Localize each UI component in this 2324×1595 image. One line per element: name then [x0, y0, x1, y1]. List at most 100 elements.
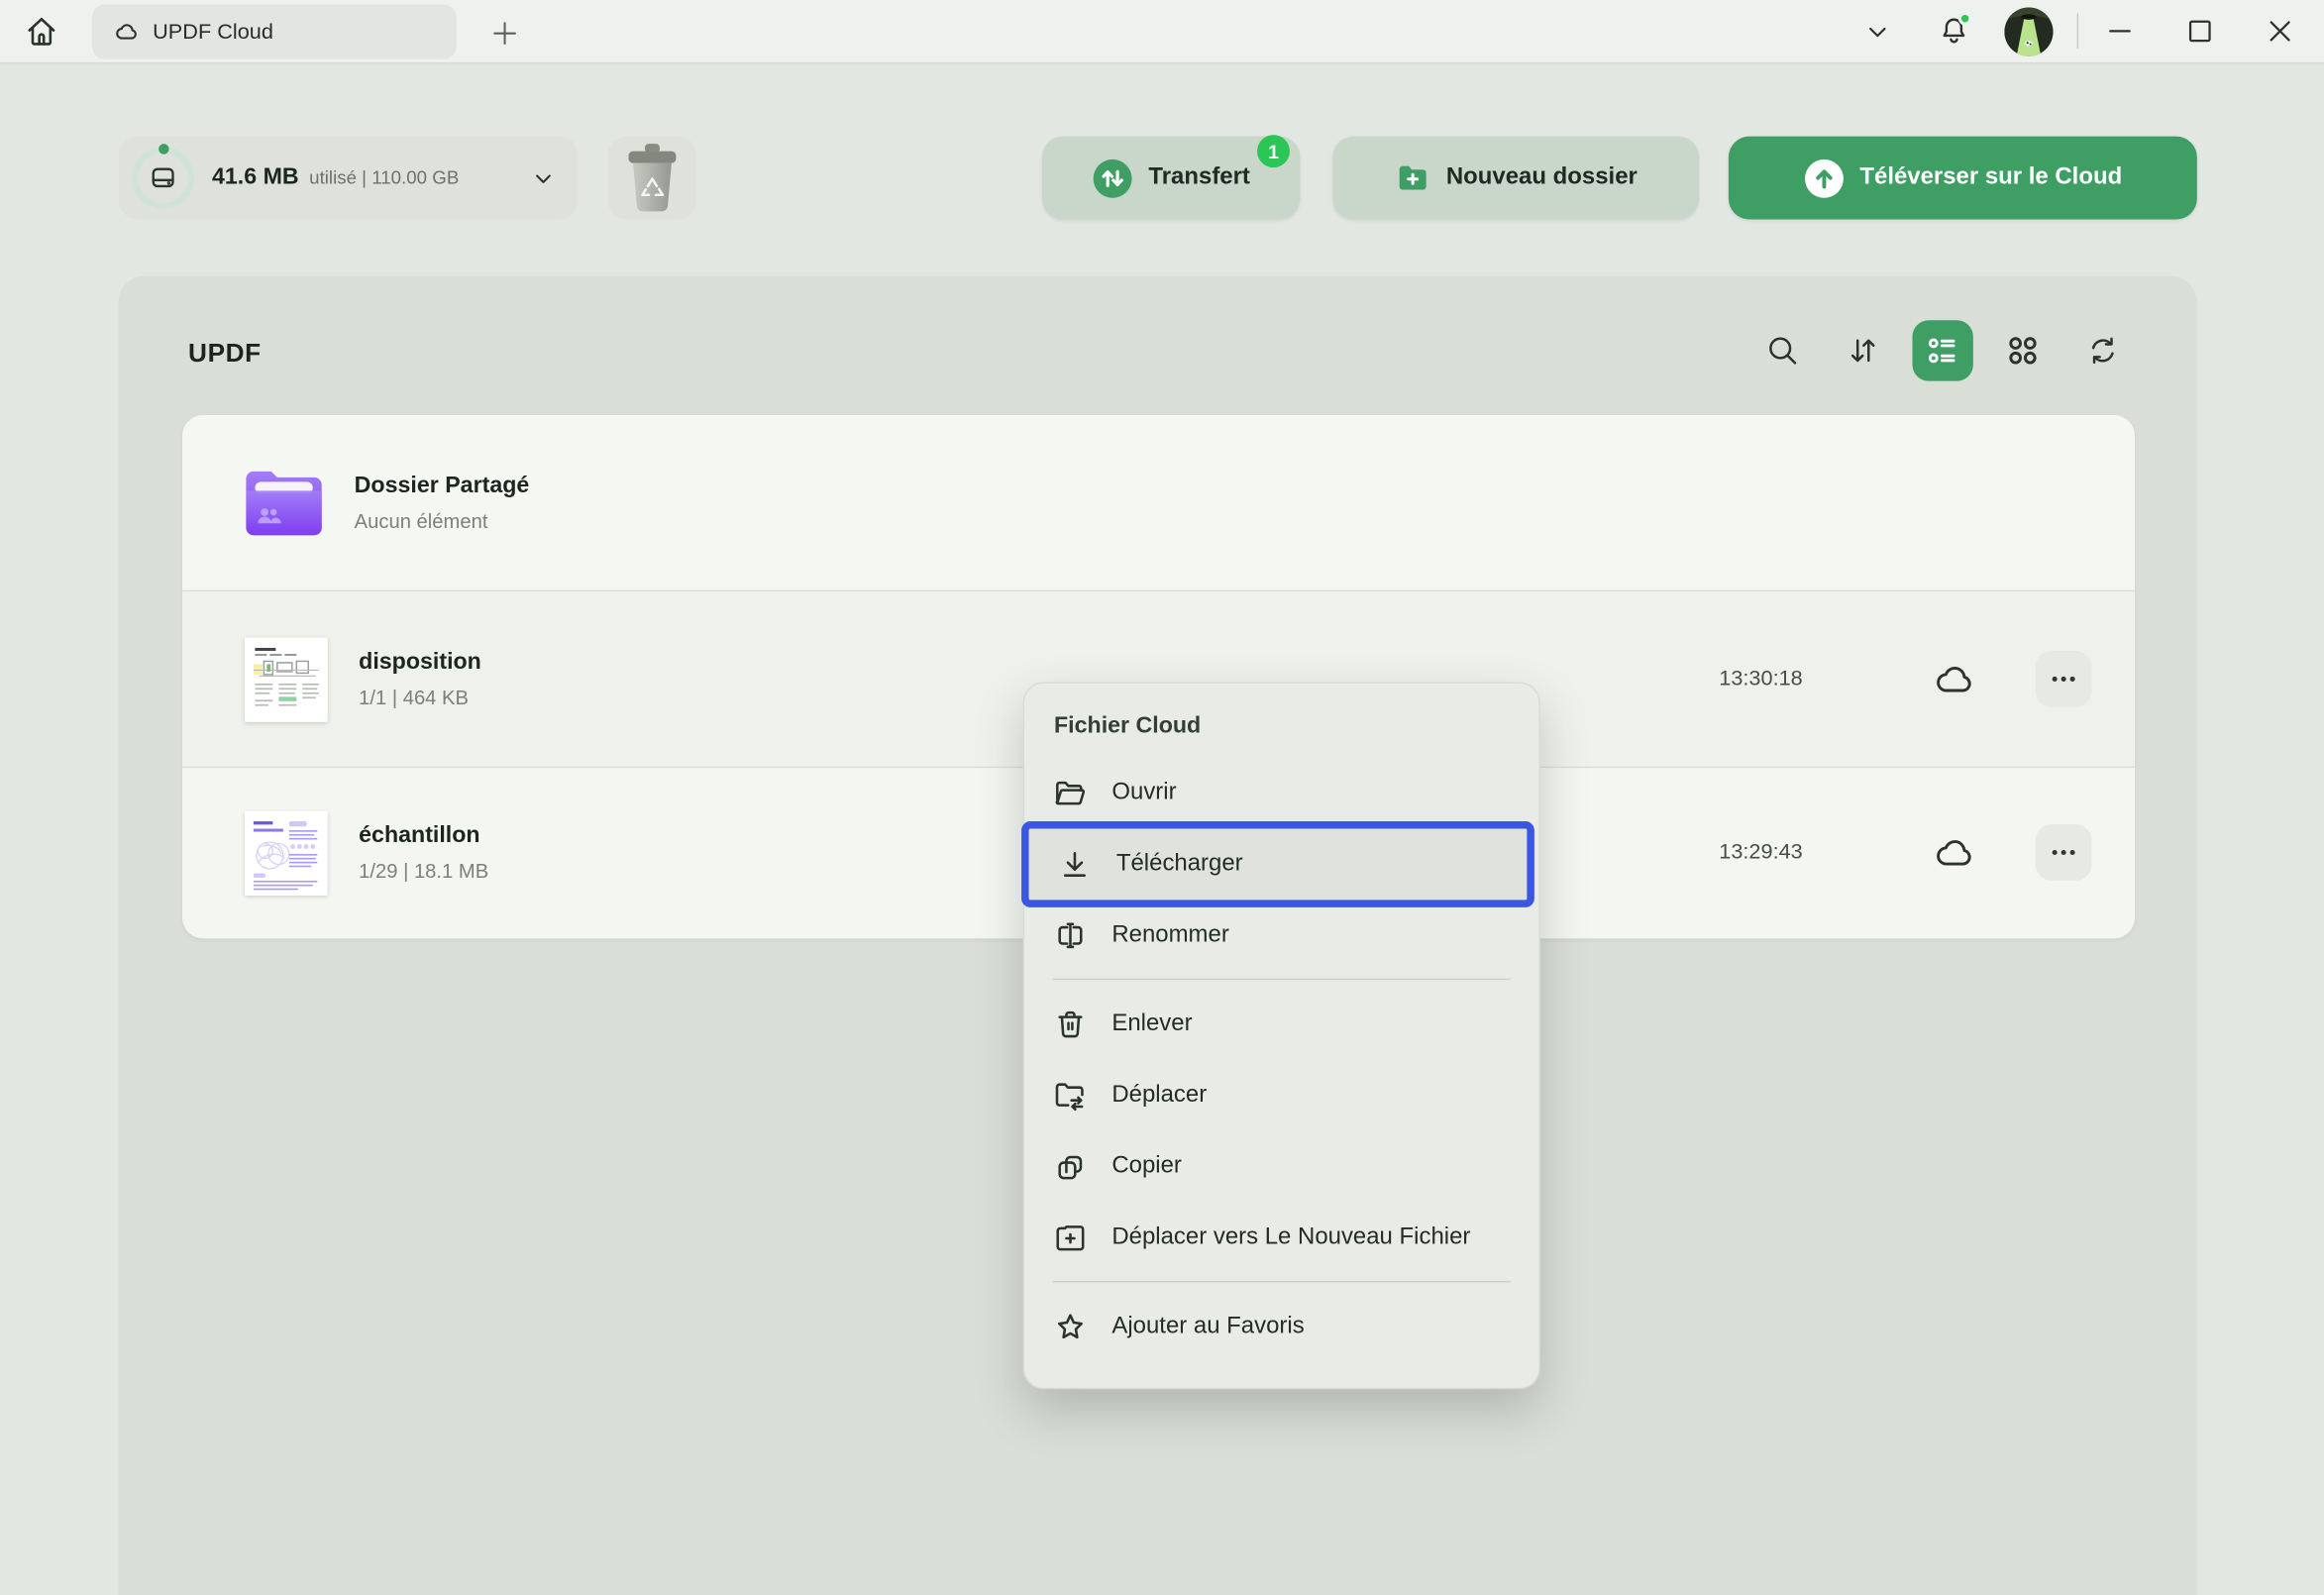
menu-item-label: Copier [1111, 1153, 1182, 1180]
download-icon [1057, 847, 1093, 883]
move-folder-icon [1053, 1078, 1089, 1114]
search-icon [1764, 332, 1801, 369]
menu-item-label: Télécharger [1116, 851, 1243, 878]
cloud-status-button[interactable] [1927, 652, 1980, 705]
storage-detail: utilisé | 110.00 GB [309, 167, 532, 188]
file-thumbnail [245, 810, 328, 895]
ellipsis-icon [2048, 836, 2080, 869]
grid-view-button[interactable] [1992, 320, 2053, 380]
upload-label: Téléverser sur le Cloud [1859, 164, 2122, 191]
menu-item-ouvrir[interactable]: Ouvrir [1024, 758, 1538, 829]
file-name: disposition [359, 649, 481, 676]
trash-can-icon [618, 141, 687, 215]
notification-dot [1958, 12, 1971, 25]
folder-plus-outline-icon [1053, 1221, 1089, 1256]
storage-used: 41.6 MB [212, 164, 299, 191]
sort-icon [1845, 332, 1881, 369]
drive-icon [147, 161, 179, 194]
close-icon [2266, 16, 2295, 46]
file-meta: Aucun élément [355, 510, 530, 532]
cloud-icon [114, 19, 139, 44]
storage-selector[interactable]: 41.6 MB utilisé | 110.00 GB [119, 137, 579, 220]
avatar[interactable] [2004, 7, 2053, 55]
refresh-button[interactable] [2072, 320, 2133, 380]
file-thumbnail [245, 637, 328, 721]
minimize-button[interactable] [2093, 4, 2147, 57]
maximize-icon [2185, 16, 2215, 46]
context-menu-fichier-cloud: Fichier Cloud Ouvrir Télécharger Ren [1023, 682, 1540, 1389]
close-button[interactable] [2254, 4, 2307, 57]
search-button[interactable] [1752, 320, 1813, 380]
new-tab-button[interactable] [477, 6, 531, 59]
trash-button[interactable] [608, 137, 697, 220]
minimize-icon [2105, 16, 2135, 46]
more-actions-button[interactable] [2036, 651, 2092, 707]
view-tools [1752, 320, 2134, 380]
panel-title: UPDF [188, 338, 262, 369]
menu-divider [1053, 979, 1511, 980]
menu-item-renommer[interactable]: Renommer [1024, 900, 1538, 971]
list-view-button[interactable] [1912, 320, 1972, 380]
star-icon [1053, 1309, 1089, 1344]
menu-item-label: Renommer [1111, 922, 1228, 949]
file-meta: 1/1 | 464 KB [359, 687, 481, 708]
cloud-icon [1933, 831, 1975, 874]
file-meta: 1/29 | 18.1 MB [359, 860, 488, 882]
menu-item-label: Enlever [1111, 1011, 1192, 1038]
rename-icon [1053, 917, 1089, 953]
titlebar: UPDF Cloud [0, 0, 2324, 63]
titlebar-divider [2077, 13, 2078, 49]
titlebar-collapse-button[interactable] [1850, 4, 1904, 57]
menu-item-telecharger[interactable]: Télécharger [1029, 829, 1528, 901]
transfer-badge: 1 [1257, 135, 1290, 167]
new-folder-label: Nouveau dossier [1446, 164, 1637, 191]
transfer-icon [1093, 158, 1132, 197]
menu-item-deplacer-nouveau-fichier[interactable]: Déplacer vers Le Nouveau Fichier [1024, 1203, 1538, 1274]
more-actions-button[interactable] [2036, 824, 2092, 881]
menu-item-ajouter-favoris[interactable]: Ajouter au Favoris [1024, 1291, 1538, 1362]
ellipsis-icon [2048, 663, 2080, 695]
grid-view-icon [2004, 332, 2041, 369]
transfer-label: Transfert [1148, 164, 1249, 191]
plus-icon [491, 20, 516, 45]
tab-updf-cloud[interactable]: UPDF Cloud [92, 4, 457, 58]
menu-item-telecharger-highlight: Télécharger [1021, 821, 1534, 907]
upload-icon [1804, 158, 1844, 197]
maximize-button[interactable] [2173, 4, 2227, 57]
menu-item-label: Déplacer vers Le Nouveau Fichier [1111, 1224, 1470, 1251]
folder-plus-icon [1395, 160, 1430, 196]
shared-folder-icon [245, 469, 323, 537]
chevron-down-icon [532, 166, 554, 188]
sort-button[interactable] [1833, 320, 1893, 380]
context-menu-title: Fichier Cloud [1054, 713, 1538, 740]
copy-icon [1053, 1149, 1089, 1185]
open-folder-icon [1053, 776, 1089, 811]
menu-item-label: Ajouter au Favoris [1111, 1314, 1304, 1340]
cloud-status-button[interactable] [1927, 826, 1980, 880]
file-name: Dossier Partagé [355, 473, 530, 499]
tab-title: UPDF Cloud [153, 20, 273, 44]
storage-progress-dot [158, 144, 167, 154]
notifications-button[interactable] [1927, 4, 1980, 57]
cloud-icon [1933, 658, 1975, 700]
refresh-icon [2084, 332, 2121, 369]
menu-item-enlever[interactable]: Enlever [1024, 989, 1538, 1060]
file-name: échantillon [359, 823, 488, 850]
menu-item-deplacer[interactable]: Déplacer [1024, 1060, 1538, 1131]
menu-divider [1053, 1281, 1511, 1282]
file-time: 13:30:18 [1654, 667, 1803, 691]
upload-to-cloud-button[interactable]: Téléverser sur le Cloud [1729, 137, 2197, 220]
avatar-image [2004, 7, 2053, 55]
home-button[interactable] [15, 4, 68, 57]
list-item-shared-folder[interactable]: Dossier Partagé Aucun élément [182, 415, 2135, 590]
menu-item-label: Déplacer [1111, 1082, 1207, 1109]
home-icon [22, 12, 60, 51]
remove-trash-icon [1053, 1007, 1089, 1042]
new-folder-button[interactable]: Nouveau dossier [1332, 137, 1699, 220]
menu-item-label: Ouvrir [1111, 780, 1176, 806]
menu-item-copier[interactable]: Copier [1024, 1131, 1538, 1203]
file-time: 13:29:43 [1654, 841, 1803, 865]
transfer-button[interactable]: Transfert 1 [1042, 137, 1300, 220]
list-view-icon [1924, 332, 1960, 369]
top-toolbar: 41.6 MB utilisé | 110.00 GB [0, 137, 2324, 220]
